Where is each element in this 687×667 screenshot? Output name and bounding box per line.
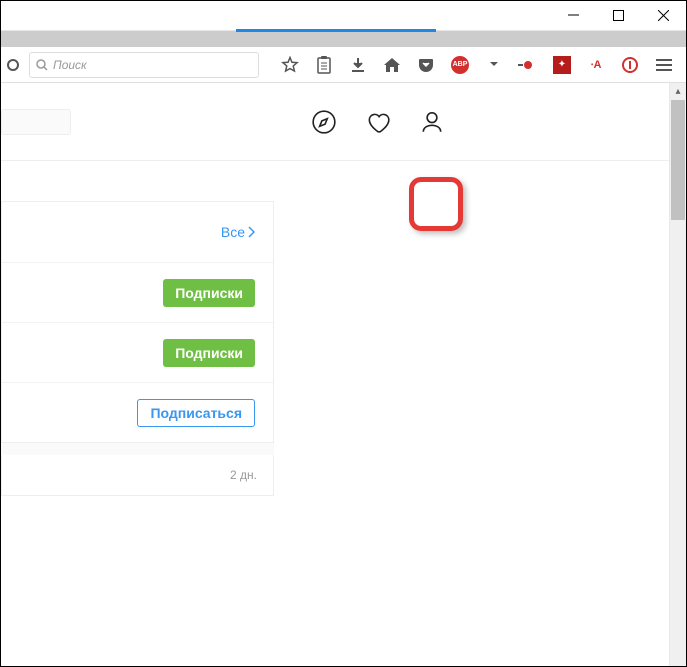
following-button[interactable]: Подписки — [163, 339, 255, 367]
scroll-thumb[interactable] — [671, 100, 685, 220]
link-icon[interactable] — [514, 51, 542, 79]
suggestion-row: Подписки — [2, 322, 273, 382]
chevron-right-icon — [247, 226, 255, 238]
app-search-input[interactable] — [1, 109, 71, 135]
window-close-button[interactable] — [641, 1, 686, 31]
menu-icon[interactable] — [650, 51, 678, 79]
window-minimize-button[interactable] — [551, 1, 596, 31]
search-icon — [36, 59, 48, 71]
post-time: 2 дн. — [2, 455, 273, 495]
abp-icon[interactable]: ABP — [446, 51, 474, 79]
following-button[interactable]: Подписки — [163, 279, 255, 307]
vertical-scrollbar[interactable]: ▴ — [669, 83, 686, 666]
bookmark-star-icon[interactable] — [276, 51, 304, 79]
annotation-highlight — [409, 177, 463, 231]
scroll-up-arrow[interactable]: ▴ — [670, 83, 686, 100]
home-icon[interactable] — [378, 51, 406, 79]
window-maximize-button[interactable] — [596, 1, 641, 31]
power-icon[interactable] — [616, 51, 644, 79]
search-placeholder: Поиск — [53, 58, 87, 72]
feed-column: Все Подписки Подписки Подписаться 2 дн. — [1, 201, 274, 496]
tab-strip — [1, 31, 686, 47]
pocket-icon[interactable] — [412, 51, 440, 79]
active-tab-indicator — [236, 29, 436, 32]
page-content: Все Подписки Подписки Подписаться 2 дн. — [1, 83, 669, 666]
follow-button[interactable]: Подписаться — [137, 399, 255, 427]
clipboard-icon[interactable] — [310, 51, 338, 79]
reader-icon[interactable]: ∙A — [582, 51, 610, 79]
download-icon[interactable] — [344, 51, 372, 79]
see-all-link[interactable]: Все — [221, 224, 255, 240]
abp-dropdown-icon[interactable] — [480, 51, 508, 79]
browser-toolbar: Поиск ABP ✦ ∙A — [1, 47, 686, 83]
red-square-icon[interactable]: ✦ — [548, 51, 576, 79]
heart-icon[interactable] — [365, 109, 391, 135]
explore-icon[interactable] — [311, 109, 337, 135]
suggestion-row: Подписаться — [2, 382, 273, 442]
suggestions-header-row: Все — [2, 202, 273, 262]
search-input[interactable]: Поиск — [29, 52, 259, 78]
suggestion-row: Подписки — [2, 262, 273, 322]
stop-reload-icon[interactable] — [7, 59, 19, 71]
window-titlebar — [1, 1, 686, 31]
profile-icon[interactable] — [419, 109, 445, 135]
app-header — [1, 83, 669, 161]
